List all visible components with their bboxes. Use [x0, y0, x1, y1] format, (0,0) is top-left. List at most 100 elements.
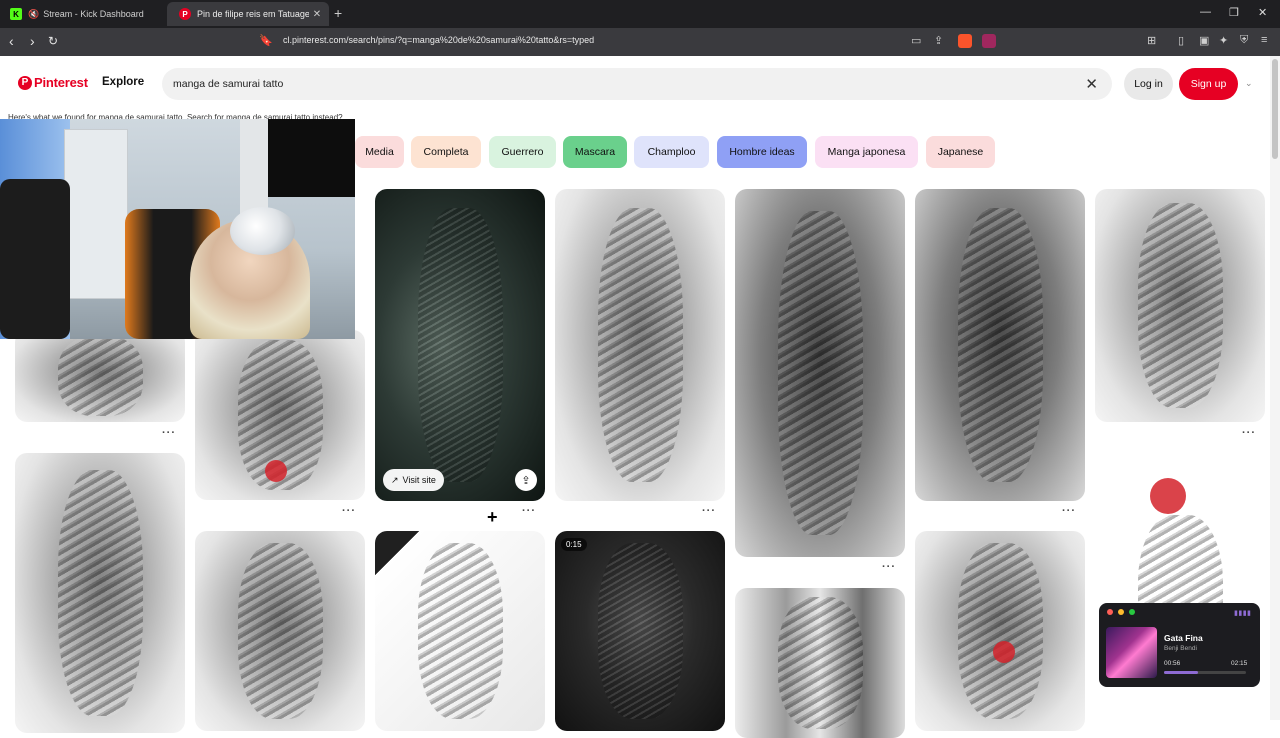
album-cover [1106, 627, 1157, 678]
tattoo-image [597, 207, 683, 483]
forward-button[interactable]: › [30, 33, 35, 49]
pin-image-hovered[interactable]: ↗ Visit site ⇪ [375, 189, 545, 501]
chevron-down-icon[interactable]: ⌄ [1245, 78, 1253, 89]
pin-image[interactable] [15, 330, 185, 422]
bookmark-icon[interactable]: 🔖 [259, 34, 273, 47]
video-duration: 0:15 [561, 538, 587, 551]
song-title: Gata Fina [1164, 633, 1203, 643]
tv [268, 119, 355, 197]
menu-icon[interactable]: ≡ [1261, 34, 1267, 46]
signup-button[interactable]: Sign up [1179, 68, 1238, 100]
cursor-crosshair-icon: + [487, 507, 498, 527]
page-scrollbar[interactable] [1270, 56, 1280, 720]
music-player-widget: ▮▮▮▮ Gata Fina Benji Bendi 00:56 02:15 [1099, 603, 1260, 687]
tattoo-image [57, 469, 143, 717]
leo-ai-icon[interactable]: ✦ [1219, 34, 1228, 47]
pin-image[interactable] [915, 189, 1085, 501]
extensions-icon[interactable]: ⊞ [1147, 34, 1156, 47]
foil-hat [230, 207, 295, 255]
search-bar[interactable]: manga de samurai tatto ✕ [162, 68, 1112, 100]
pin-image[interactable] [375, 531, 545, 731]
progress-fill [1164, 671, 1198, 674]
explore-link[interactable]: Explore [102, 76, 144, 88]
chip-hombre-ideas[interactable]: Hombre ideas [717, 136, 807, 168]
close-tab-icon[interactable]: ✕ [309, 9, 325, 20]
pin-image[interactable] [555, 189, 725, 501]
maximize-dot-icon[interactable] [1129, 609, 1135, 615]
more-options-button[interactable]: ··· [522, 505, 536, 517]
new-tab-button[interactable]: + [334, 5, 342, 21]
red-accent [265, 460, 287, 482]
tab-pinterest[interactable]: P Pin de filipe reis em Tatuagem | T ✕ [167, 2, 329, 26]
pinterest-mark-icon: P [18, 75, 32, 90]
share-icon[interactable]: ⇪ [515, 469, 537, 491]
more-options-button[interactable]: ··· [1242, 427, 1256, 439]
vpn-icon[interactable]: ⛨ [1240, 34, 1248, 47]
reload-button[interactable]: ↻ [48, 34, 58, 48]
scrollbar-thumb[interactable] [1272, 59, 1278, 159]
progress-bar[interactable] [1164, 671, 1246, 674]
tattoo-image [57, 335, 143, 417]
rewards-icon[interactable] [982, 34, 996, 48]
elapsed-time: 00:56 [1164, 660, 1181, 667]
pin-image[interactable] [915, 531, 1085, 731]
sidebar-icon[interactable]: ▯ [1178, 34, 1184, 47]
brave-shield-icon[interactable] [958, 34, 972, 48]
muted-speaker-icon[interactable]: 🔇 [28, 9, 39, 20]
chip-mascara[interactable]: Mascara [563, 136, 627, 168]
clear-search-icon[interactable]: ✕ [1085, 75, 1098, 93]
chip-japanese[interactable]: Japanese [926, 136, 995, 168]
more-options-button[interactable]: ··· [1062, 505, 1076, 517]
chip-champloo[interactable]: Champloo [634, 136, 709, 168]
pin-image[interactable] [735, 588, 905, 738]
tattoo-image [417, 543, 503, 719]
webcam-overlay [0, 119, 355, 339]
tattoo-image [1137, 202, 1223, 408]
more-options-button[interactable]: ··· [342, 505, 356, 517]
tab-title: Stream - Kick Dashboard [43, 9, 144, 19]
minimize-dot-icon[interactable] [1118, 609, 1124, 615]
red-accent [993, 641, 1015, 663]
pin-image[interactable] [15, 453, 185, 733]
logo-text: Pinterest [34, 75, 88, 90]
wallet-icon[interactable]: ▣ [1199, 34, 1209, 47]
pin-image[interactable] [195, 330, 365, 500]
close-dot-icon[interactable] [1107, 609, 1113, 615]
pin-image[interactable] [195, 531, 365, 731]
pin-image[interactable] [735, 189, 905, 557]
login-button[interactable]: Log in [1124, 68, 1173, 100]
search-input[interactable]: manga de samurai tatto [173, 78, 283, 90]
chip-media[interactable]: Media [355, 136, 404, 168]
tattoo-image [957, 543, 1043, 719]
chip-manga-japonesa[interactable]: Manga japonesa [815, 136, 918, 168]
pin-video[interactable]: 0:15 [555, 531, 725, 731]
gaming-chair [0, 179, 70, 339]
more-options-button[interactable]: ··· [882, 561, 896, 573]
more-options-button[interactable]: ··· [162, 427, 176, 439]
pin-image[interactable] [1095, 189, 1265, 422]
cast-icon[interactable]: ▭ [911, 34, 921, 47]
visit-site-button[interactable]: ↗ Visit site [383, 469, 444, 491]
red-sun [1150, 478, 1186, 514]
url-text[interactable]: cl.pinterest.com/search/pins/?q=manga%20… [283, 35, 594, 45]
more-options-button[interactable]: ··· [702, 505, 716, 517]
back-button[interactable]: ‹ [9, 33, 14, 49]
pinterest-logo[interactable]: P Pinterest [18, 75, 88, 90]
visit-site-label: Visit site [402, 475, 436, 485]
share-icon[interactable]: ⇪ [934, 34, 943, 47]
tab-title: Pin de filipe reis em Tatuagem | T [197, 9, 309, 19]
door [64, 129, 128, 299]
minimize-button[interactable]: — [1200, 6, 1211, 18]
tattoo-image [777, 597, 863, 729]
kick-icon: K [10, 8, 22, 20]
close-window-button[interactable]: ✕ [1258, 6, 1267, 19]
tattoo-image [597, 543, 683, 719]
song-artist: Benji Bendi [1164, 645, 1197, 652]
restore-button[interactable]: ❐ [1229, 6, 1239, 19]
chip-guerrero[interactable]: Guerrero [489, 136, 556, 168]
pin-image[interactable] [1095, 453, 1265, 733]
tattoo-image [237, 543, 323, 719]
chip-completa[interactable]: Completa [411, 136, 481, 168]
tab-kick-dashboard[interactable]: K 🔇 Stream - Kick Dashboard [6, 2, 166, 26]
tattoo-image [777, 211, 863, 535]
